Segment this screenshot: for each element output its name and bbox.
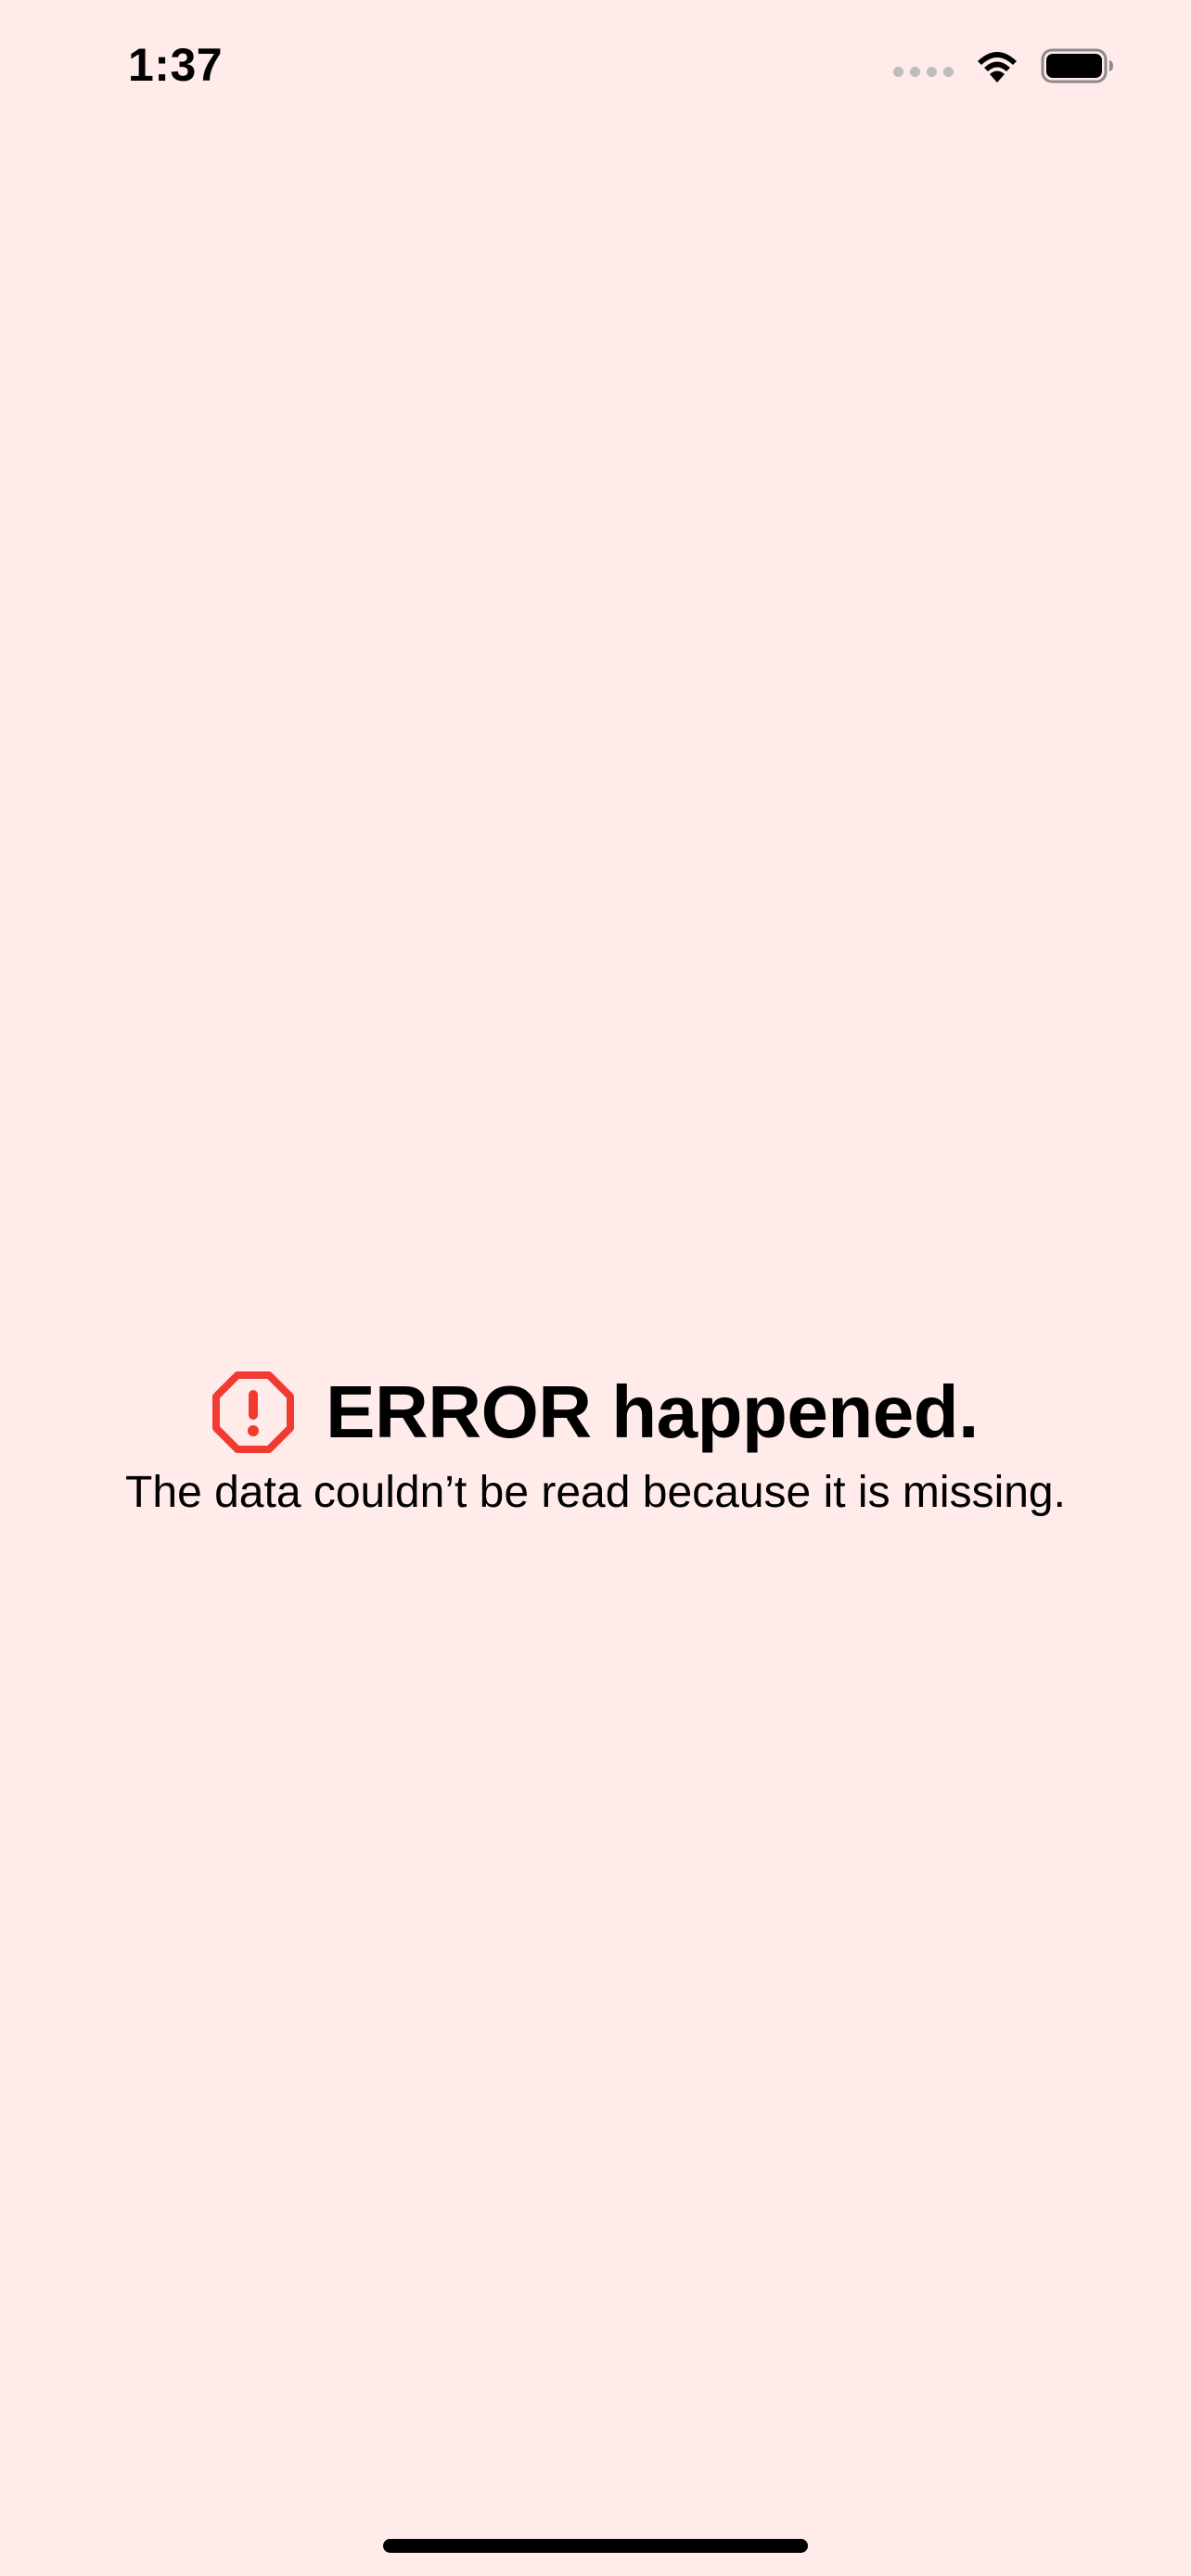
status-time: 1:37 <box>128 39 224 91</box>
home-indicator[interactable] <box>383 2539 808 2553</box>
wifi-icon <box>974 48 1020 83</box>
error-title-row: ERROR happened. <box>212 1361 979 1463</box>
signal-icon <box>893 66 954 77</box>
status-icons <box>893 43 1115 89</box>
error-title: ERROR happened. <box>326 1371 979 1453</box>
battery-icon <box>1041 47 1115 84</box>
error-message: The data couldn’t be read because it is … <box>125 1468 1066 1517</box>
exclamationmark-octagon-icon <box>212 1371 295 1453</box>
status-bar: 1:37 <box>0 0 1191 130</box>
error-view: ERROR happened. The data couldn’t be rea… <box>0 1361 1191 1523</box>
